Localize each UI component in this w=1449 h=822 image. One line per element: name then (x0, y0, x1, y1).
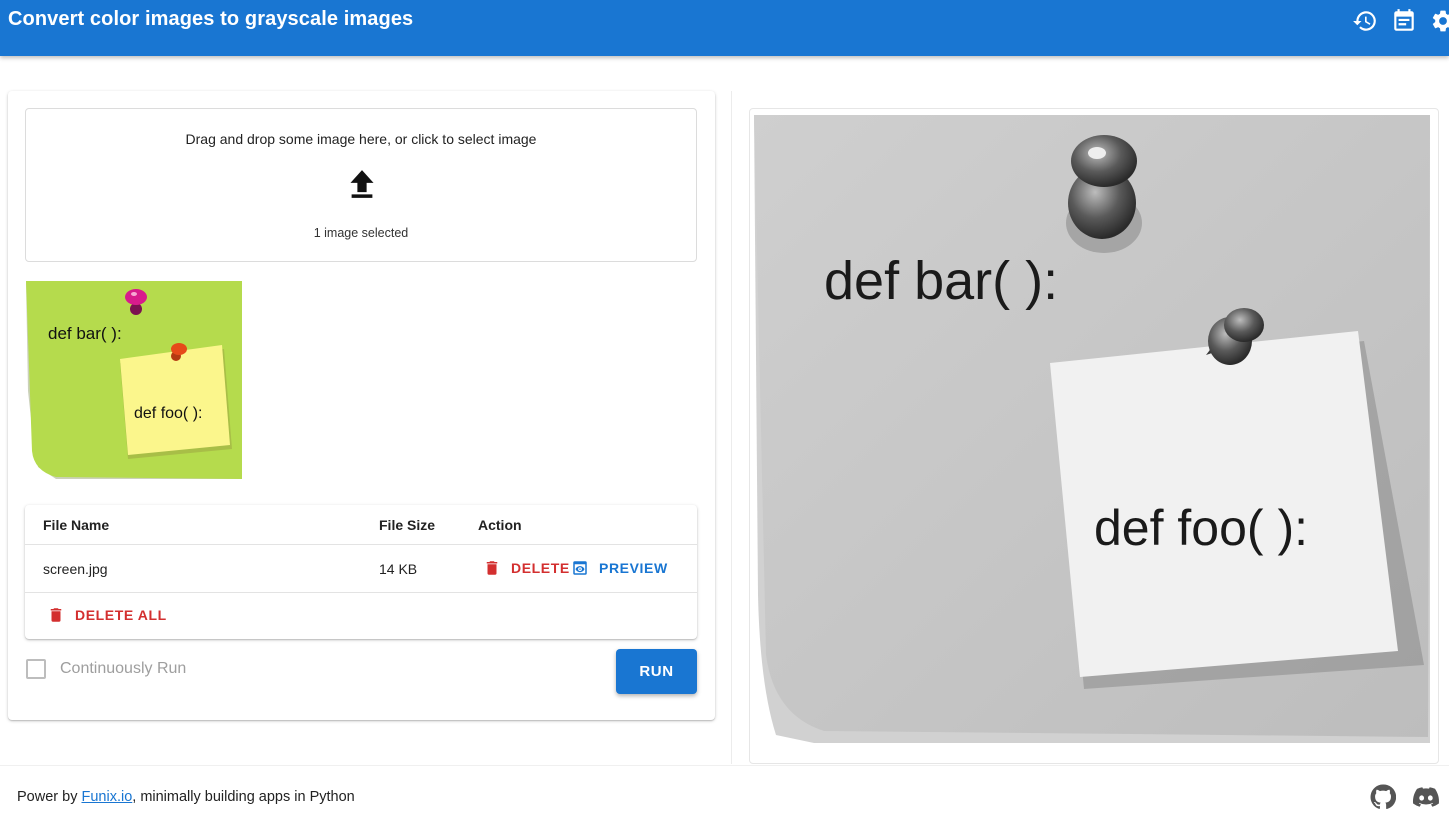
funix-link[interactable]: Funix.io (81, 789, 132, 805)
delete-label: DELETE (511, 560, 570, 576)
footer-text: Power by Funix.io, minimally building ap… (17, 789, 355, 805)
thumbnail-note-main: def bar( ): (48, 324, 122, 343)
grayscale-output-image: def bar( ): def foo( ): (754, 115, 1430, 743)
history-icon[interactable] (1352, 8, 1378, 34)
github-icon[interactable] (1370, 784, 1397, 810)
output-note-main: def bar( ): (824, 251, 1058, 311)
column-divider (731, 91, 732, 764)
preview-eye-icon (573, 561, 587, 575)
file-size-cell: 14 KB (379, 561, 418, 577)
selected-image-thumbnail[interactable]: def bar( ): def foo( ): (26, 281, 242, 479)
footer: Power by Funix.io, minimally building ap… (0, 765, 1449, 822)
calendar-note-icon[interactable] (1391, 8, 1417, 34)
image-dropzone[interactable]: Drag and drop some image here, or click … (25, 108, 697, 262)
file-table: File Name File Size Action screen.jpg 14… (25, 505, 697, 639)
trash-icon (50, 608, 62, 622)
header-action: Action (478, 517, 522, 533)
header-file-name: File Name (43, 517, 110, 533)
input-card: Drag and drop some image here, or click … (8, 91, 715, 720)
delete-all-label: DELETE ALL (75, 607, 167, 623)
preview-button[interactable]: PREVIEW (571, 557, 668, 579)
magenta-pin-icon (125, 289, 147, 305)
continuously-run-checkbox[interactable] (26, 659, 46, 679)
file-name-cell: screen.jpg (43, 561, 108, 577)
output-card: def bar( ): def foo( ): (749, 108, 1439, 764)
header-divider (25, 544, 697, 545)
header-file-size: File Size (379, 517, 436, 533)
thumbnail-note-small: def foo( ): (134, 405, 202, 422)
row-divider (25, 592, 697, 593)
trash-icon (486, 561, 498, 575)
run-button[interactable]: RUN (616, 649, 697, 694)
red-pin-icon (171, 343, 187, 355)
continuously-run-toggle[interactable]: Continuously Run (26, 658, 186, 680)
preview-label: PREVIEW (599, 560, 668, 576)
discord-icon[interactable] (1412, 784, 1440, 810)
dropzone-instruction: Drag and drop some image here, or click … (185, 131, 537, 147)
page-title: Convert color images to grayscale images (8, 8, 414, 30)
yellow-note (120, 345, 230, 455)
upload-icon (348, 169, 376, 199)
footer-suffix: , minimally building apps in Python (132, 789, 355, 805)
settings-icon[interactable] (1430, 8, 1449, 34)
output-note-small: def foo( ): (1094, 500, 1308, 556)
delete-button[interactable]: DELETE (483, 557, 570, 579)
dropzone-status: 1 image selected (313, 226, 409, 240)
continuously-run-label: Continuously Run (60, 660, 187, 677)
delete-all-button[interactable]: DELETE ALL (47, 604, 167, 626)
app-bar: Convert color images to grayscale images (0, 0, 1449, 56)
footer-prefix: Power by (17, 789, 82, 805)
